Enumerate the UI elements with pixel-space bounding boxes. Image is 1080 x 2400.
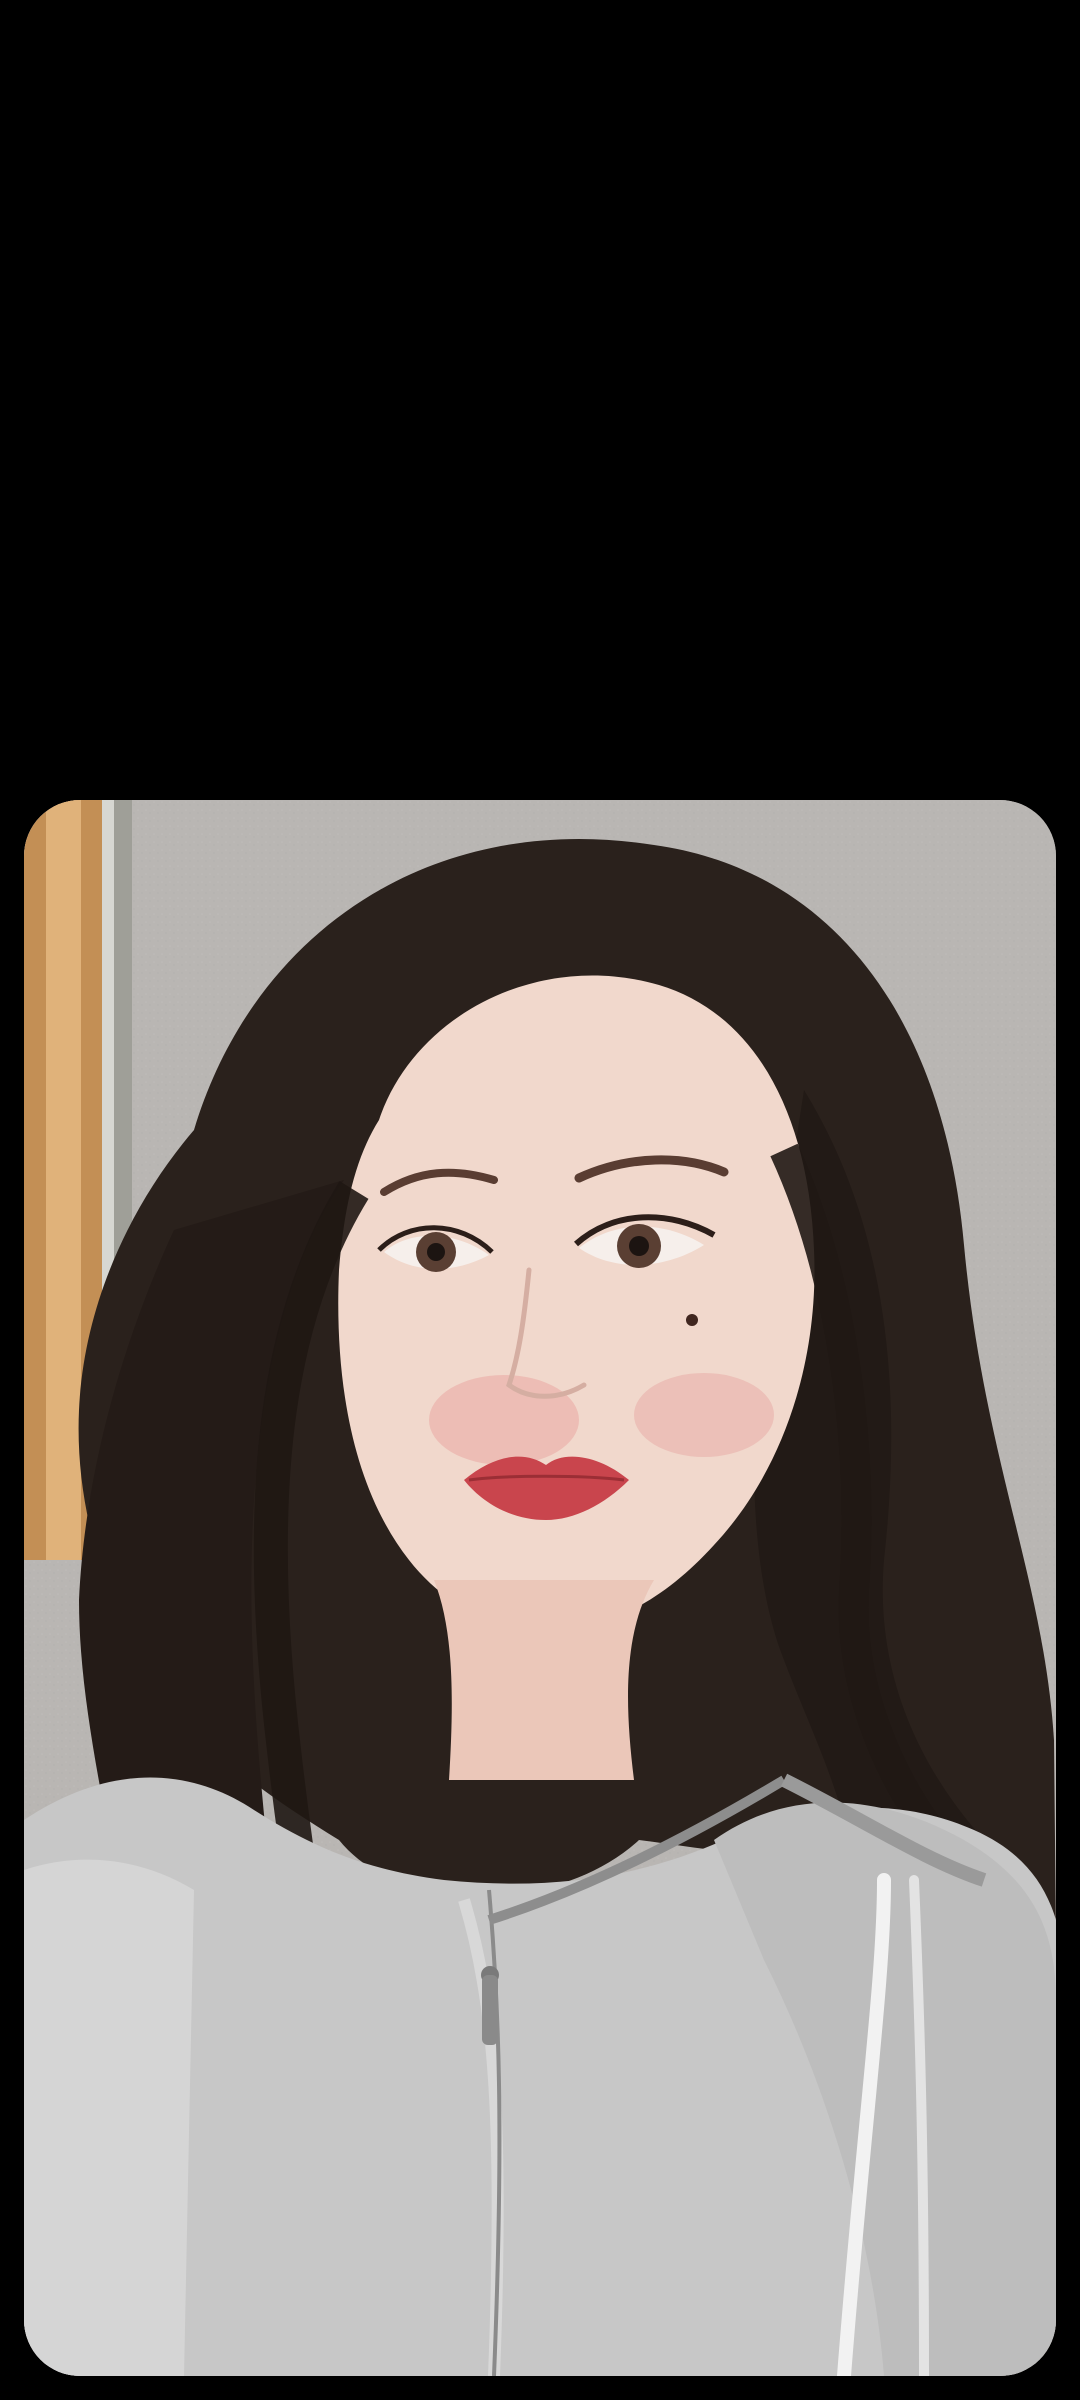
screen — [0, 0, 1080, 2400]
blank-black-area — [0, 0, 1080, 800]
photo-card[interactable] — [24, 800, 1056, 2376]
portrait-photo — [24, 800, 1056, 2376]
